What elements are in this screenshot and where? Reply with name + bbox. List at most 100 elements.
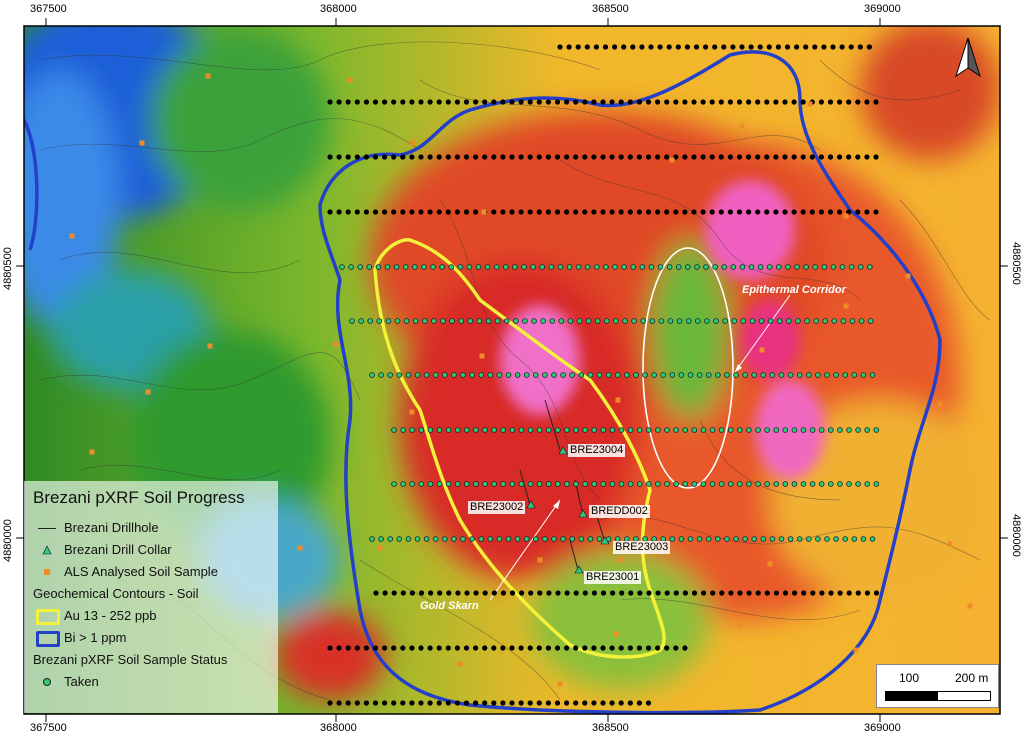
taken-sample-point (518, 427, 525, 433)
planned-sample-point (382, 590, 388, 596)
planned-sample-point (400, 590, 406, 596)
planned-sample-point (573, 590, 579, 596)
als-sample-marker (843, 303, 849, 309)
planned-sample-point (491, 209, 497, 215)
planned-sample-point (782, 99, 788, 105)
taken-sample-point (818, 481, 825, 487)
taken-sample-point (858, 318, 865, 324)
planned-sample-point (609, 209, 615, 215)
planned-sample-point (336, 700, 342, 706)
planned-sample-point (354, 154, 360, 160)
planned-sample-point (500, 209, 506, 215)
taken-sample-point (657, 264, 664, 270)
planned-sample-point (600, 590, 607, 596)
taken-sample-point (451, 372, 457, 378)
planned-sample-point (682, 645, 688, 651)
taken-sample-point (751, 536, 757, 542)
taken-sample-point (837, 481, 843, 487)
planned-sample-point (664, 99, 670, 105)
planned-sample-point (336, 209, 342, 215)
planned-sample-point (554, 645, 561, 651)
taken-sample-point (805, 372, 812, 378)
taken-sample-point (348, 264, 354, 270)
planned-sample-point (664, 209, 670, 215)
als-sample-marker (853, 647, 859, 653)
planned-sample-point (645, 645, 652, 651)
taken-sample-point (387, 372, 394, 378)
planned-sample-point (602, 44, 609, 50)
collar-label: BRE23001 (584, 571, 642, 584)
planned-sample-point (536, 99, 542, 105)
planned-sample-point (591, 590, 598, 596)
planned-sample-point (755, 154, 761, 160)
taken-sample-point (467, 318, 474, 324)
planned-sample-point (718, 99, 724, 105)
planned-sample-point (436, 700, 442, 706)
planned-sample-point (327, 645, 333, 651)
taken-sample-point (487, 372, 494, 378)
planned-sample-point (591, 209, 597, 215)
taken-sample-point (687, 536, 694, 542)
legend-label: Bi > 1 ppm (64, 630, 127, 645)
legend-label: Au 13 - 252 ppb (64, 608, 157, 623)
planned-sample-point (418, 700, 424, 706)
planned-sample-point (454, 99, 460, 105)
planned-sample-point (846, 99, 852, 105)
planned-sample-point (555, 590, 561, 596)
collar-label: BREDD002 (589, 505, 650, 518)
planned-sample-point (682, 209, 688, 215)
taken-sample-point (687, 372, 694, 378)
planned-sample-point (821, 44, 827, 50)
taken-sample-point (560, 372, 566, 378)
planned-sample-point (755, 209, 761, 215)
planned-sample-point (764, 99, 770, 105)
planned-sample-point (409, 700, 415, 706)
planned-sample-point (855, 209, 861, 215)
planned-sample-point (636, 154, 643, 160)
planned-sample-point (801, 590, 807, 596)
planned-sample-point (727, 154, 734, 160)
taken-sample-point (873, 481, 880, 487)
taken-sample-point (636, 427, 643, 433)
planned-sample-point (746, 209, 752, 215)
planned-sample-point (418, 99, 424, 105)
taken-sample-point (482, 481, 488, 487)
planned-sample-point (864, 209, 870, 215)
taken-sample-point (576, 318, 583, 324)
x-tick-top-2: 368000 (320, 3, 357, 15)
planned-sample-point (445, 154, 451, 160)
taken-sample-point (560, 536, 566, 542)
planned-sample-point (703, 44, 709, 50)
taken-sample-point (827, 481, 834, 487)
taken-sample-point (469, 536, 475, 542)
taken-sample-point (778, 372, 785, 378)
taken-sample-point (591, 481, 597, 487)
taken-sample-point (722, 318, 728, 324)
als-sample-marker (759, 347, 765, 353)
planned-sample-point (719, 590, 725, 596)
planned-sample-point (691, 209, 697, 215)
planned-sample-point (464, 590, 470, 596)
planned-sample-point (728, 590, 734, 596)
planned-sample-point (657, 44, 663, 50)
taken-sample-point (742, 372, 748, 378)
taken-sample-point (566, 264, 573, 270)
planned-sample-point (382, 700, 388, 706)
taken-sample-point (522, 318, 528, 324)
planned-sample-point (463, 700, 470, 706)
taken-sample-point (633, 372, 639, 378)
taken-sample-point (694, 264, 700, 270)
taken-sample-point (669, 536, 676, 542)
planned-sample-point (721, 44, 727, 50)
planned-sample-point (837, 99, 843, 105)
planned-sample-point (873, 209, 879, 215)
als-sample-marker (537, 557, 543, 563)
planned-sample-point (618, 154, 624, 160)
taken-sample-point (696, 536, 703, 542)
taken-sample-point (584, 264, 591, 270)
planned-sample-point (427, 645, 433, 651)
taken-sample-point (400, 481, 406, 487)
taken-sample-point (678, 536, 685, 542)
planned-sample-point (701, 590, 707, 596)
taken-sample-point (596, 372, 603, 378)
